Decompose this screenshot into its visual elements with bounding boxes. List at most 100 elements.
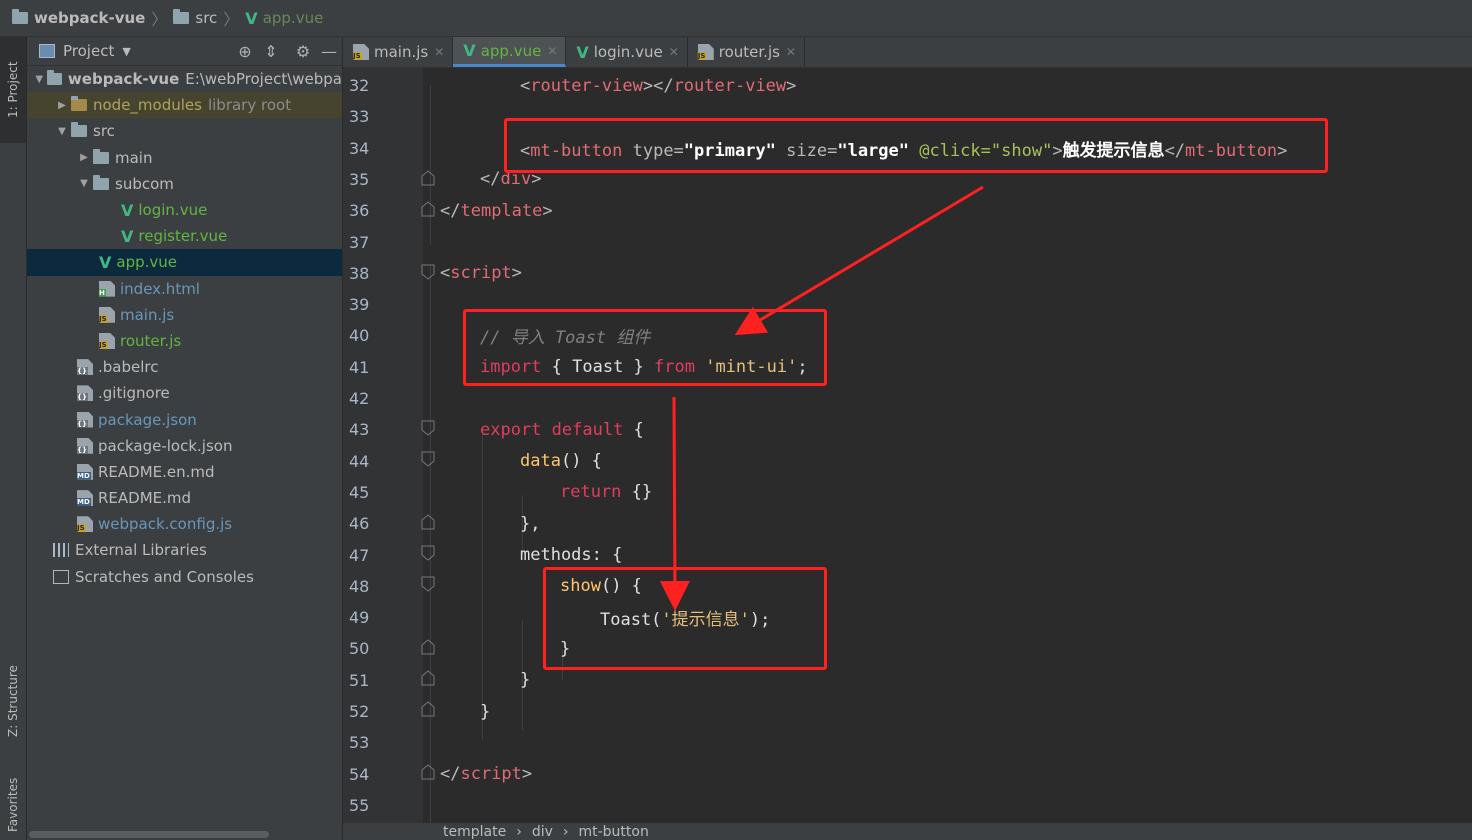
markdown-file-icon — [77, 490, 93, 507]
breadcrumb-project[interactable]: webpack-vue — [0, 9, 145, 27]
tree-item-external-libraries[interactable]: External Libraries — [27, 537, 342, 563]
breadcrumb-file[interactable]: V app.vue — [243, 9, 323, 28]
tree-item-login-vue[interactable]: V login.vue — [27, 197, 342, 223]
project-panel-title[interactable]: Project — [63, 42, 114, 60]
folder-icon — [71, 122, 87, 138]
breadcrumb-project-label: webpack-vue — [34, 9, 146, 27]
library-root-label: library root — [207, 96, 292, 115]
chevron-down-icon[interactable]: ▼ — [122, 45, 130, 58]
tree-item-package-json[interactable]: package.json — [27, 406, 342, 432]
tree-item-package-lock-json[interactable]: package-lock.json — [27, 433, 342, 459]
annotation-arrows — [659, 185, 984, 611]
tree-item-label: main.js — [120, 305, 175, 324]
tree-item-label: package.json — [98, 410, 197, 429]
chevron-down-icon[interactable]: ▼ — [75, 178, 93, 189]
tree-item-label: .babelrc — [98, 358, 159, 377]
tree-item-label: .gitignore — [98, 384, 170, 403]
tab-project-tool-label: 1: Project — [6, 61, 20, 119]
tab-favorites-tool[interactable]: Favorites — [0, 770, 26, 840]
tree-item-label: External Libraries — [75, 541, 207, 560]
tree-item-babelrc[interactable]: .babelrc — [27, 354, 342, 380]
collapse-all-icon[interactable]: ⇕ — [258, 42, 284, 61]
gear-icon[interactable]: ⚙ — [290, 42, 316, 61]
tree-root-path: E:\webProject\webpa — [185, 70, 342, 89]
scrollbar-thumb[interactable] — [29, 831, 269, 838]
breadcrumb-folder[interactable]: src — [171, 9, 217, 27]
chevron-down-icon[interactable]: ▼ — [31, 74, 47, 85]
js-file-icon — [99, 332, 115, 349]
tab-structure-tool-label: Z: Structure — [6, 665, 20, 737]
tree-item-label: Scratches and Consoles — [75, 567, 254, 586]
vue-icon: V — [99, 252, 112, 272]
tool-window-strip: 1: Project Z: Structure Favorites — [0, 37, 27, 840]
tree-item-scratches[interactable]: Scratches and Consoles — [27, 564, 342, 590]
chevron-right-icon: › — [562, 823, 569, 840]
tab-project-tool[interactable]: 1: Project — [0, 37, 26, 143]
chevron-right-icon: › — [516, 823, 522, 840]
tree-item-label: router.js — [120, 331, 182, 350]
tree-item-label: subcom — [115, 174, 174, 193]
locate-icon[interactable]: ⊕ — [232, 42, 258, 61]
tree-item-webpack-config[interactable]: webpack.config.js — [27, 511, 342, 537]
folder-icon — [93, 148, 109, 164]
chevron-down-icon[interactable]: ▼ — [53, 126, 71, 137]
project-tree: ▼ webpack-vue E:\webProject\webpa ▶ node… — [27, 66, 342, 590]
chevron-right-icon: 〉 — [151, 10, 168, 29]
path-item[interactable]: div — [532, 824, 553, 840]
json-file-icon — [77, 411, 93, 428]
breadcrumb: webpack-vue 〉 src 〉 V app.vue — [0, 0, 1472, 37]
tree-item-label: main — [115, 148, 153, 167]
library-icon — [53, 543, 69, 558]
vue-icon: V — [245, 8, 258, 28]
tree-item-label: register.vue — [138, 227, 228, 246]
tree-item-router-js[interactable]: router.js — [27, 328, 342, 354]
config-file-icon — [77, 359, 93, 376]
project-panel: Project ▼ ⊕ ⇕ ⚙ — ▼ webpack-vue E:\webPr… — [27, 37, 342, 840]
hide-icon[interactable]: — — [316, 42, 342, 61]
folder-icon — [47, 70, 62, 86]
tree-item-main[interactable]: ▶ main — [27, 145, 342, 171]
structure-path-bar: template › div › mt-button — [343, 823, 1472, 840]
tree-root-label: webpack-vue — [67, 70, 180, 89]
breadcrumb-file-label: app.vue — [262, 9, 324, 27]
json-file-icon — [77, 437, 93, 454]
tree-item-label: src — [93, 122, 115, 141]
vue-icon: V — [121, 226, 134, 246]
tree-item-gitignore[interactable]: .gitignore — [27, 380, 342, 406]
tree-item-subcom[interactable]: ▼ subcom — [27, 171, 342, 197]
path-item[interactable]: template — [443, 824, 506, 840]
tree-item-app-vue[interactable]: V app.vue — [27, 249, 342, 276]
editor: main.js ✕ V app.vue ✕ V login.vue ✕ rout… — [343, 37, 1472, 840]
tree-item-label: README.md — [98, 489, 192, 508]
tree-root[interactable]: ▼ webpack-vue E:\webProject\webpa — [27, 66, 342, 92]
scratches-icon — [53, 569, 69, 584]
tree-item-label: package-lock.json — [98, 436, 233, 455]
tree-item-label: node_modules — [93, 96, 202, 115]
tree-item-node-modules[interactable]: ▶ node_modules library root — [27, 92, 342, 119]
project-panel-header: Project ▼ ⊕ ⇕ ⚙ — — [27, 37, 342, 66]
project-view-icon — [39, 44, 55, 58]
folder-icon — [173, 9, 190, 24]
js-file-icon — [99, 306, 115, 323]
tree-item-register-vue[interactable]: V register.vue — [27, 223, 342, 249]
js-file-icon — [77, 516, 93, 533]
tree-item-label: login.vue — [138, 201, 208, 220]
folder-icon — [93, 174, 109, 190]
chevron-right-icon[interactable]: ▶ — [75, 152, 93, 163]
tree-item-readme[interactable]: README.md — [27, 485, 342, 511]
tree-item-src[interactable]: ▼ src — [27, 118, 342, 144]
path-item[interactable]: mt-button — [578, 824, 648, 840]
tree-item-readme-en[interactable]: README.en.md — [27, 459, 342, 485]
tree-item-label: README.en.md — [98, 462, 215, 481]
chevron-right-icon: 〉 — [223, 10, 240, 29]
config-file-icon — [77, 385, 93, 402]
tree-item-main-js[interactable]: main.js — [27, 302, 342, 328]
tree-item-index-html[interactable]: index.html — [27, 276, 342, 302]
tab-structure-tool[interactable]: Z: Structure — [0, 649, 26, 753]
vue-icon: V — [121, 200, 134, 220]
tree-item-label: app.vue — [116, 253, 178, 272]
markdown-file-icon — [77, 463, 93, 480]
project-panel-scrollbar[interactable] — [27, 828, 342, 840]
chevron-right-icon[interactable]: ▶ — [53, 100, 71, 111]
tab-favorites-tool-label: Favorites — [6, 777, 20, 833]
